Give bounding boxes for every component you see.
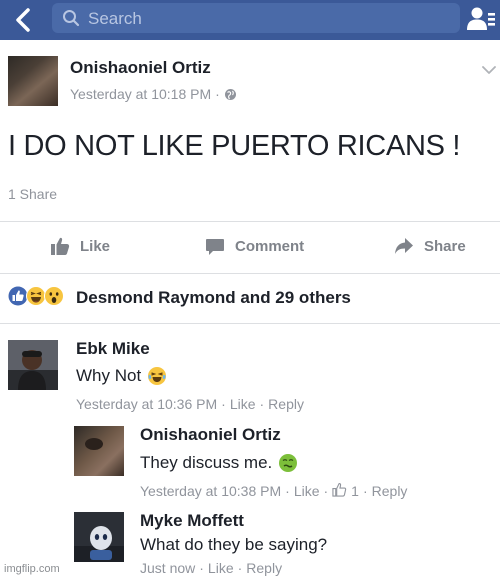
- comment-author-name[interactable]: Ebk Mike: [76, 339, 150, 359]
- crying-laughing-emoji: [147, 366, 167, 386]
- search-input[interactable]: Search: [52, 3, 460, 33]
- like-reaction-icon: [8, 286, 28, 306]
- comment-button[interactable]: Comment: [205, 232, 304, 260]
- comment-reply-link[interactable]: Reply: [268, 396, 304, 412]
- thumbs-up-outline-icon: [332, 482, 347, 500]
- meta-separator: ·: [215, 86, 220, 102]
- meta-separator: ·: [362, 483, 368, 499]
- thumbs-up-icon: [51, 237, 70, 255]
- like-button[interactable]: Like: [50, 232, 110, 260]
- share-arrow-icon: [395, 238, 413, 254]
- comment-text: They discuss me.: [140, 453, 298, 473]
- watermark: imgflip.com: [4, 563, 60, 575]
- avatar[interactable]: [74, 426, 124, 476]
- comment-body: They discuss me.: [140, 453, 273, 472]
- meta-separator: ·: [285, 483, 290, 499]
- comment-author-name[interactable]: Onishaoniel Ortiz: [140, 425, 281, 445]
- comment-text: Why Not: [76, 366, 167, 386]
- comment-timestamp[interactable]: Yesterday at 10:38 PM: [140, 483, 281, 499]
- comment-like-count[interactable]: 1: [351, 483, 359, 499]
- comment-like-link[interactable]: Like: [208, 560, 234, 576]
- meta-separator: ·: [323, 483, 329, 499]
- nauseated-face-emoji: [278, 453, 298, 473]
- avatar[interactable]: [8, 56, 58, 106]
- comment-icon: [206, 239, 224, 255]
- post-timestamp[interactable]: Yesterday at 10:18 PM: [70, 86, 211, 102]
- globe-icon: [224, 88, 237, 101]
- chevron-left-icon[interactable]: [10, 6, 38, 34]
- comment-meta: Yesterday at 10:38 PM · Like · 1 · Reply: [140, 482, 407, 500]
- wow-reaction-icon: [44, 286, 64, 306]
- comment-timestamp[interactable]: Just now: [140, 560, 195, 576]
- haha-reaction-icon: [26, 286, 46, 306]
- avatar[interactable]: [8, 340, 58, 390]
- post-menu-chevron-icon[interactable]: [482, 62, 496, 74]
- top-nav-bar: Search: [0, 0, 500, 40]
- comment-author-name[interactable]: Myke Moffett: [140, 511, 244, 531]
- comment-like-link[interactable]: Like: [230, 396, 256, 412]
- comment-reply-link[interactable]: Reply: [246, 560, 282, 576]
- meta-separator: ·: [199, 560, 204, 576]
- like-button-label: Like: [80, 237, 111, 255]
- meta-separator: ·: [221, 396, 226, 412]
- search-icon: [62, 9, 80, 27]
- comment-like-link[interactable]: Like: [294, 483, 320, 499]
- comment-reply-link[interactable]: Reply: [372, 483, 408, 499]
- comment-meta: Yesterday at 10:36 PM · Like · Reply: [76, 396, 304, 412]
- reaction-summary[interactable]: Desmond Raymond and 29 others: [76, 288, 351, 308]
- friend-requests-icon[interactable]: [466, 4, 496, 34]
- post-author-name[interactable]: Onishaoniel Ortiz: [70, 58, 211, 78]
- divider: [0, 273, 500, 274]
- share-count[interactable]: 1 Share: [8, 186, 57, 202]
- meta-separator: ·: [259, 396, 265, 412]
- post-body-text: I DO NOT LIKE PUERTO RICANS !: [8, 130, 461, 162]
- comment-meta: Just now · Like · Reply: [140, 560, 282, 576]
- comment-body: What do they be saying?: [140, 535, 328, 554]
- comment-button-label: Comment: [235, 237, 305, 255]
- share-button[interactable]: Share: [394, 232, 466, 260]
- meta-separator: ·: [237, 560, 243, 576]
- search-placeholder: Search: [88, 9, 142, 28]
- post-meta: Yesterday at 10:18 PM ·: [70, 86, 237, 102]
- share-button-label: Share: [424, 237, 466, 255]
- divider: [0, 323, 500, 324]
- divider: [0, 221, 500, 222]
- comment-body: Why Not: [76, 366, 142, 385]
- comment-text: What do they be saying?: [140, 535, 327, 555]
- reaction-icons[interactable]: [8, 286, 64, 306]
- avatar[interactable]: [74, 512, 124, 562]
- comment-timestamp[interactable]: Yesterday at 10:36 PM: [76, 396, 217, 412]
